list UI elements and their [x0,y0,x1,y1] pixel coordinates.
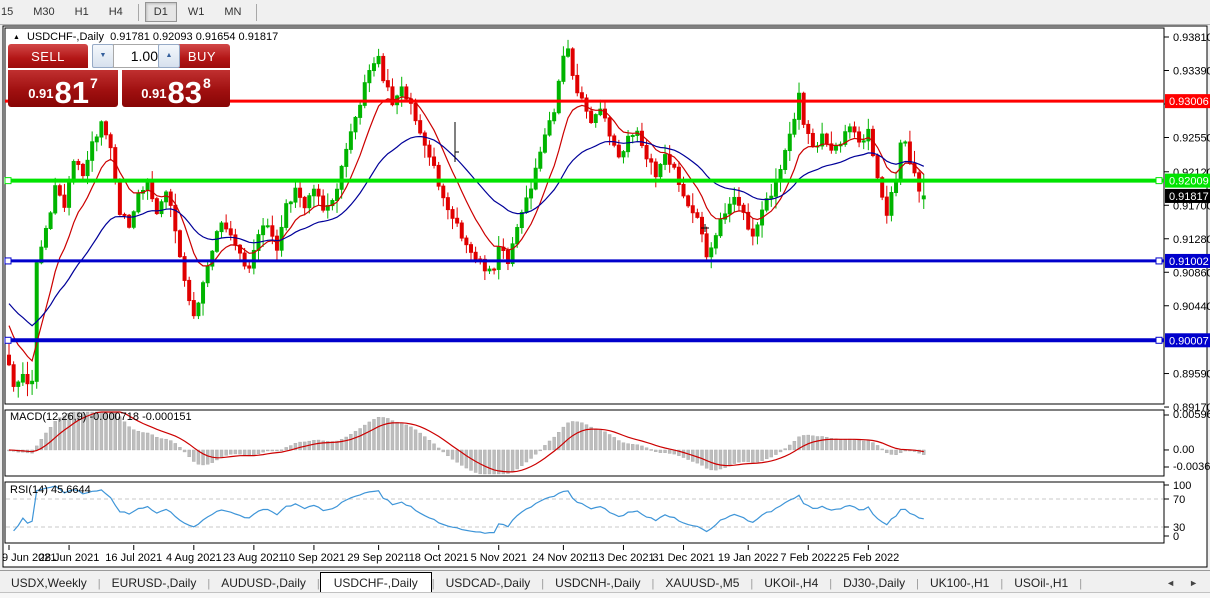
svg-text:0.89590: 0.89590 [1173,369,1210,381]
macd-values: -0.000718 -0.000151 [89,411,191,423]
svg-text:19 Jan 2022: 19 Jan 2022 [718,552,779,564]
symbol-tabbar: USDX,Weekly|EURUSD-,Daily|AUDUSD-,Daily|… [0,570,1210,593]
toolbar-separator [256,4,257,21]
symbol-tab-usoil-h1[interactable]: USOil-,H1 [1003,573,1079,593]
timeframe-button-d1[interactable]: D1 [145,2,177,22]
timeframe-toolbar: 15M30H1H4 D1W1MN [0,0,1210,25]
hline-handle[interactable] [5,178,11,184]
hline-handle[interactable] [5,337,11,343]
svg-text:0.92550: 0.92550 [1173,132,1210,144]
chart-symbol-period: USDCHF-,Daily [27,31,104,43]
timeframe-button-h4[interactable]: H4 [100,2,132,22]
svg-text:31 Dec 2021: 31 Dec 2021 [652,552,714,564]
symbol-tab-usdcad-daily[interactable]: USDCAD-,Daily [435,573,542,593]
svg-text:7 Feb 2022: 7 Feb 2022 [780,552,836,564]
svg-text:16 Jul 2021: 16 Jul 2021 [105,552,162,564]
hline-handle[interactable] [1156,337,1162,343]
svg-text:0.90440: 0.90440 [1173,301,1210,313]
macd-label: MACD(12,26,9) -0.000718 -0.000151 [10,411,192,423]
tab-separator: | [1079,578,1082,593]
price-badge-0.93006: 0.93006 [1165,94,1210,108]
panel-divider [122,68,230,70]
chart-ohlc-readout: 0.91781 0.92093 0.91654 0.91817 [110,31,278,43]
panel-divider [8,68,118,70]
svg-text:18 Oct 2021: 18 Oct 2021 [409,552,469,564]
svg-text:0.005963: 0.005963 [1173,409,1210,421]
svg-text:0.91817: 0.91817 [1169,191,1209,203]
one-click-trade-panel: 0.91 81 7 0.91 83 8 SELL BUY ▼ 1.00 ▲ [8,44,230,107]
symbol-tab-usdcnh-daily[interactable]: USDCNH-,Daily [544,573,651,593]
symbol-tab-usdchf-daily[interactable]: USDCHF-,Daily [320,572,432,593]
svg-text:24 Nov 2021: 24 Nov 2021 [532,552,594,564]
svg-text:10 Sep 2021: 10 Sep 2021 [283,552,345,564]
volume-input[interactable]: 1.00 [113,44,164,68]
volume-increase-button[interactable]: ▲ [158,44,180,68]
symbol-tab-usdx-weekly[interactable]: USDX,Weekly [0,573,98,593]
symbol-tab-ukoil-h4[interactable]: UKOil-,H4 [753,573,829,593]
timeframe-button-15[interactable]: 15 [0,2,22,22]
svg-text:29 Sep 2021: 29 Sep 2021 [347,552,409,564]
svg-text:0.93810: 0.93810 [1173,32,1210,44]
buy-price-tile[interactable]: 0.91 83 8 [122,70,230,107]
symbol-tab-uk100-h1[interactable]: UK100-,H1 [919,573,1000,593]
tabs-scroll-right-icon[interactable]: ► [1189,578,1198,588]
collapse-chart-icon[interactable]: ▲ [13,34,20,41]
svg-text:25 Feb 2022: 25 Feb 2022 [837,552,899,564]
volume-decrease-button[interactable]: ▼ [92,44,114,68]
chart-title: ▲ USDCHF-,Daily 0.91781 0.92093 0.91654 0… [13,31,278,43]
trading-platform-window: 15M30H1H4D1W1MN 0.938100.933900.929700.9… [0,0,1210,598]
symbol-tab-audusd-daily[interactable]: AUDUSD-,Daily [210,573,317,593]
svg-text:0.91280: 0.91280 [1173,234,1210,246]
symbol-tab-xauusd-m5[interactable]: XAUUSD-,M5 [654,573,750,593]
buy-price-prefix: 0.91 [141,86,166,101]
bottom-strip [0,592,1210,598]
svg-text:70: 70 [1173,494,1185,506]
buy-price-big: 83 [168,80,202,105]
sell-price-tile[interactable]: 0.91 81 7 [8,70,118,107]
svg-text:13 Dec 2021: 13 Dec 2021 [592,552,654,564]
timeframe-button-w1[interactable]: W1 [179,2,214,22]
rsi-value: 45.6644 [51,484,91,496]
svg-text:0.93390: 0.93390 [1173,66,1210,78]
sell-price-big: 81 [55,80,89,105]
macd-name: MACD(12,26,9) [10,411,86,423]
price-badge-0.91002: 0.91002 [1165,254,1210,268]
rsi-label: RSI(14) 45.6644 [10,484,91,496]
svg-text:100: 100 [1173,480,1191,492]
hline-handle[interactable] [1156,258,1162,264]
svg-text:5 Nov 2021: 5 Nov 2021 [471,552,527,564]
timeframe-button-mn[interactable]: MN [215,2,250,22]
price-badge-0.91817: 0.91817 [1165,189,1210,203]
timeframe-button-h1[interactable]: H1 [66,2,98,22]
symbol-tab-dj30-daily[interactable]: DJ30-,Daily [832,573,916,593]
toolbar-separator [138,4,139,21]
price-badge-0.92009: 0.92009 [1165,174,1210,188]
rsi-pane[interactable] [5,482,1164,543]
svg-text:23 Aug 2021: 23 Aug 2021 [223,552,285,564]
sell-price-pipette: 7 [90,75,98,91]
svg-text:0.90007: 0.90007 [1169,335,1209,347]
hline-handle[interactable] [1156,178,1162,184]
tabs-scroll-left-icon[interactable]: ◄ [1166,578,1175,588]
svg-text:0.93006: 0.93006 [1169,96,1209,108]
svg-text:0: 0 [1173,531,1179,543]
svg-text:0.00: 0.00 [1173,444,1194,456]
svg-text:0.91002: 0.91002 [1169,256,1209,268]
rsi-name: RSI(14) [10,484,48,496]
svg-text:0.90860: 0.90860 [1173,267,1210,279]
svg-text:-0.003664: -0.003664 [1173,461,1210,473]
sell-button[interactable]: SELL [8,44,88,68]
hline-handle[interactable] [5,258,11,264]
svg-text:4 Aug 2021: 4 Aug 2021 [166,552,222,564]
price-badge-0.90007: 0.90007 [1165,333,1210,347]
timeframe-button-m30[interactable]: M30 [24,2,63,22]
symbol-tab-eurusd-daily[interactable]: EURUSD-,Daily [101,573,208,593]
buy-button[interactable]: BUY [174,44,230,68]
svg-text:28 Jun 2021: 28 Jun 2021 [39,552,100,564]
sell-price-prefix: 0.91 [28,86,53,101]
svg-text:0.92009: 0.92009 [1169,176,1209,188]
buy-price-pipette: 8 [203,75,211,91]
